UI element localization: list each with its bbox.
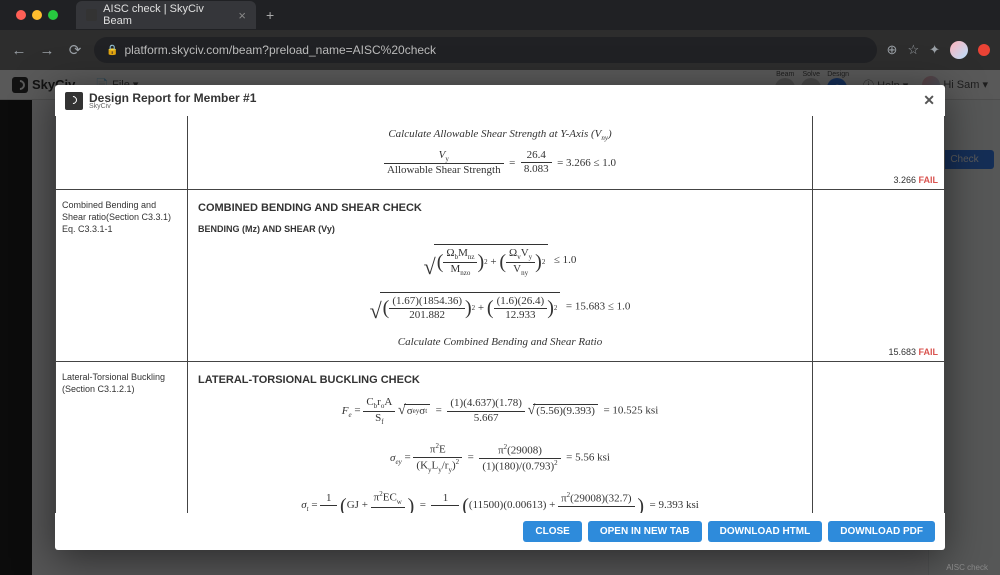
tab-title: AISC check | SkyCiv Beam	[103, 3, 226, 27]
row-result: 15.683 FAIL	[813, 190, 945, 362]
download-pdf-button[interactable]: DOWNLOAD PDF	[828, 521, 935, 542]
download-html-button[interactable]: DOWNLOAD HTML	[708, 521, 823, 542]
modal-body: Calculate Allowable Shear Strength at Y-…	[55, 116, 945, 513]
profile-avatar[interactable]	[950, 41, 968, 59]
row-result: 3.266 FAIL	[813, 116, 945, 190]
url-bar: ← → ⟳ 🔒 platform.skyciv.com/beam?preload…	[0, 30, 1000, 70]
footer-note: AISC check	[946, 563, 988, 572]
close-button[interactable]: CLOSE	[523, 521, 581, 542]
table-row: Combined Bending and Shear ratio(Section…	[56, 190, 945, 362]
browser-chrome: AISC check | SkyCiv Beam × + ← → ⟳ 🔒 pla…	[0, 0, 1000, 70]
modal-footer: CLOSE OPEN IN NEW TAB DOWNLOAD HTML DOWN…	[55, 513, 945, 550]
report-table: Calculate Allowable Shear Strength at Y-…	[55, 116, 945, 513]
row-result	[813, 362, 945, 513]
url-right-icons: ⊕ ☆ ✦	[887, 41, 990, 59]
close-window-button[interactable]	[16, 10, 26, 20]
table-row: Lateral-Torsional Buckling (Section C3.1…	[56, 362, 945, 513]
tab-bar: AISC check | SkyCiv Beam × +	[0, 0, 1000, 30]
row-label	[56, 116, 188, 190]
reload-button[interactable]: ⟳	[66, 41, 84, 59]
url-text: platform.skyciv.com/beam?preload_name=AI…	[124, 43, 436, 57]
lock-icon: 🔒	[106, 45, 118, 56]
browser-tab[interactable]: AISC check | SkyCiv Beam ×	[76, 1, 256, 29]
window-controls	[8, 10, 66, 20]
modal-logo-icon	[65, 92, 83, 110]
modal-header: Design Report for Member #1 SkyCiv ✕	[55, 85, 945, 116]
row-content: Calculate Allowable Shear Strength at Y-…	[188, 116, 813, 190]
design-report-modal: Design Report for Member #1 SkyCiv ✕ Cal…	[55, 85, 945, 550]
back-button[interactable]: ←	[10, 42, 28, 59]
tab-favicon	[86, 9, 97, 21]
bookmark-icon[interactable]: ☆	[907, 42, 919, 58]
row-content: LATERAL-TORSIONAL BUCKLING CHECK Fe = Cb…	[188, 362, 813, 513]
left-rail	[0, 100, 32, 575]
skyciv-icon	[12, 77, 28, 93]
search-icon[interactable]: ⊕	[887, 42, 898, 58]
url-field[interactable]: 🔒 platform.skyciv.com/beam?preload_name=…	[94, 37, 877, 63]
row-label: Lateral-Torsional Buckling (Section C3.1…	[56, 362, 188, 513]
record-indicator[interactable]	[978, 44, 990, 56]
forward-button[interactable]: →	[38, 42, 56, 59]
new-tab-button[interactable]: +	[266, 7, 274, 23]
section-title: COMBINED BENDING AND SHEAR CHECK	[198, 202, 802, 214]
table-row: Calculate Allowable Shear Strength at Y-…	[56, 116, 945, 190]
maximize-window-button[interactable]	[48, 10, 58, 20]
open-new-tab-button[interactable]: OPEN IN NEW TAB	[588, 521, 702, 542]
extensions-icon[interactable]: ✦	[929, 42, 940, 58]
tab-close-icon[interactable]: ×	[238, 8, 246, 23]
modal-title: Design Report for Member #1	[89, 91, 256, 105]
row-content: COMBINED BENDING AND SHEAR CHECK BENDING…	[188, 190, 813, 362]
section-title: LATERAL-TORSIONAL BUCKLING CHECK	[198, 374, 802, 386]
row-label: Combined Bending and Shear ratio(Section…	[56, 190, 188, 362]
modal-close-button[interactable]: ✕	[923, 92, 935, 109]
minimize-window-button[interactable]	[32, 10, 42, 20]
